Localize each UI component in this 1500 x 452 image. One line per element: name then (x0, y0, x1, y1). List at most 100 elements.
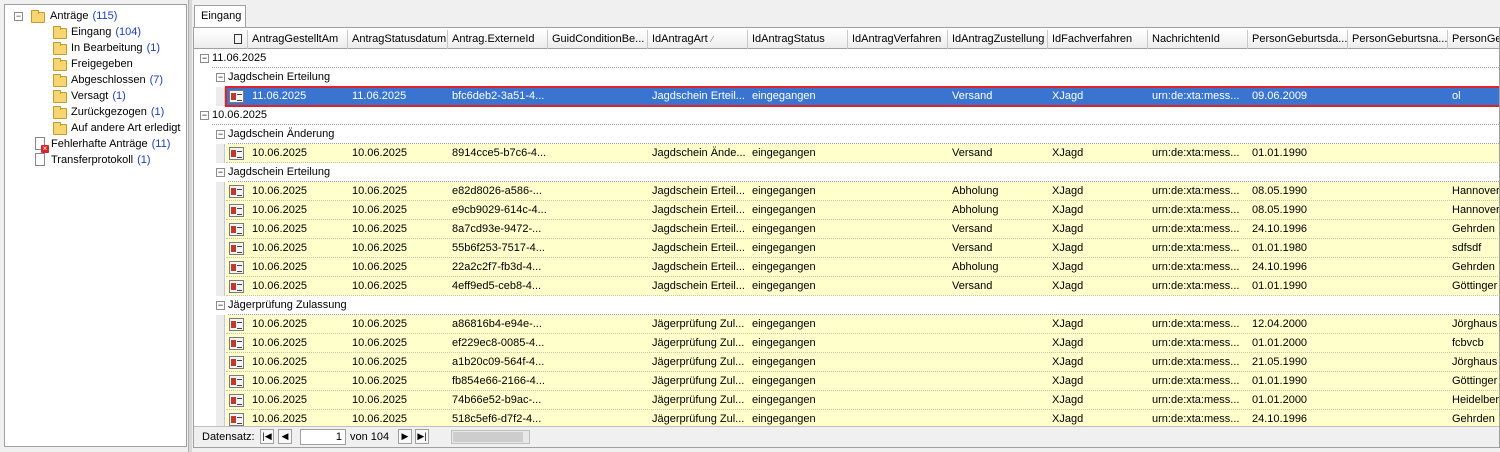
table-row-selected[interactable]: 11.06.2025 11.06.2025 bfc6deb2-3a51-4... Ja… (225, 86, 1499, 107)
table-row[interactable]: 10.06.2025 10.06.2025 fb854e66-2166-4... Jä… (226, 372, 1499, 391)
table-cell: XJagd (1052, 185, 1084, 197)
column-header[interactable]: IdAntragZustellung (948, 30, 1048, 49)
column-header[interactable]: PersonGeburtsna... (1348, 30, 1448, 49)
table-cell: 01.01.2000 (1252, 394, 1308, 406)
row-selector[interactable] (216, 87, 225, 106)
group-row-type[interactable]: − Jagdschein Änderung (194, 125, 1499, 144)
group-row-type[interactable]: − Jagdschein Erteilung (194, 163, 1499, 182)
row-selector[interactable] (216, 220, 225, 239)
row-selector[interactable] (216, 391, 225, 410)
table-row[interactable]: 10.06.2025 10.06.2025 55b6f253-7517-4... Ja… (226, 239, 1499, 258)
table-row[interactable]: 10.06.2025 10.06.2025 4eff9ed5-ceb8-4... Ja… (226, 277, 1499, 296)
sort-ascending-icon: ∕ (711, 34, 714, 44)
table-cell (948, 391, 1048, 410)
table-cell: 10.06.2025 (352, 337, 408, 349)
table-cell (1348, 353, 1448, 372)
previous-record-button[interactable]: ◀ (278, 429, 292, 444)
document-icon (35, 153, 45, 166)
column-header[interactable]: PersonGe (1448, 30, 1499, 49)
table-cell: Gehrden (1452, 261, 1495, 273)
application-record-icon (229, 394, 244, 407)
table-cell: 01.01.1980 (1252, 242, 1308, 254)
last-record-button[interactable]: ▶| (415, 429, 429, 444)
row-selector[interactable] (216, 182, 225, 201)
tree-item-in-bearbeitung[interactable]: In Bearbeitung (1) (71, 40, 160, 56)
table-row[interactable]: 10.06.2025 10.06.2025 74b66e52-b9ac-... Jäg… (226, 391, 1499, 410)
table-cell: e82d8026-a586-... (452, 185, 542, 197)
tree-item-antraege[interactable]: Anträge (115) (50, 8, 117, 24)
row-selector[interactable] (216, 144, 225, 163)
tree-item-count: (115) (92, 10, 118, 22)
record-number-input[interactable]: 1 (300, 429, 346, 445)
table-cell: XJagd (1052, 318, 1084, 330)
scrollbar-thumb[interactable] (453, 432, 523, 442)
group-row-date[interactable]: −10.06.2025 (194, 106, 1499, 125)
next-record-button[interactable]: ▶ (398, 429, 412, 444)
table-cell (1348, 182, 1448, 201)
row-selector[interactable] (216, 239, 225, 258)
horizontal-scrollbar[interactable] (451, 430, 530, 444)
tree-item-eingang[interactable]: Eingang (104) (71, 24, 141, 40)
column-header[interactable]: NachrichtenId (1148, 30, 1248, 49)
table-cell: a1b20c09-564f-4... (452, 356, 545, 368)
table-cell: eingegangen (752, 223, 816, 235)
table-cell (848, 372, 948, 391)
table-cell: 10.06.2025 (252, 318, 308, 330)
group-label: Jägerprüfung Zulassung (228, 299, 347, 311)
tab-eingang[interactable]: Eingang (194, 5, 246, 29)
table-row[interactable]: 10.06.2025 10.06.2025 8914cce5-b7c6-4... Ja… (226, 144, 1499, 163)
row-selector[interactable] (216, 201, 225, 220)
table-cell: Jägerprüfung Zul... (652, 337, 745, 349)
row-selector[interactable] (216, 277, 225, 296)
row-selector[interactable] (216, 334, 225, 353)
group-row-type[interactable]: − Jägerprüfung Zulassung (194, 296, 1499, 315)
column-header[interactable]: AntragGestelltAm (248, 30, 348, 49)
row-selector[interactable] (216, 353, 225, 372)
table-row[interactable]: 10.06.2025 10.06.2025 e9cb9029-614c-4... Ja… (226, 201, 1499, 220)
column-header[interactable]: IdAntragVerfahren (848, 30, 948, 49)
tree-item-zurueckgezogen[interactable]: Zurückgezogen (1) (71, 104, 164, 120)
tree-item-abgeschlossen[interactable]: Abgeschlossen (7) (71, 72, 163, 88)
table-cell: urn:de:xta:mess... (1152, 223, 1240, 235)
table-cell (948, 372, 1048, 391)
table-cell: Jagdschein Erteil... (652, 185, 745, 197)
column-header[interactable]: PersonGeburtsda... (1248, 30, 1348, 49)
column-header[interactable]: AntragStatusdatum (348, 30, 448, 49)
group-row-date[interactable]: −11.06.2025 (194, 49, 1499, 68)
column-header[interactable]: IdFachverfahren (1048, 30, 1148, 49)
panel-splitter[interactable] (188, 0, 192, 452)
table-row[interactable]: 10.06.2025 10.06.2025 a1b20c09-564f-4... Jä… (226, 353, 1499, 372)
collapse-toggle[interactable]: − (200, 111, 209, 120)
tree-item-auf-andere-art-erledigt[interactable]: Auf andere Art erledigt (71, 120, 184, 136)
header-icon-column[interactable] (226, 30, 248, 49)
group-row-type[interactable]: − Jagdschein Erteilung (194, 68, 1499, 87)
table-row[interactable]: 10.06.2025 10.06.2025 8a7cd93e-9472-... Jag… (226, 220, 1499, 239)
table-row[interactable]: 10.06.2025 10.06.2025 ef229ec8-0085-4... Jä… (226, 334, 1499, 353)
collapse-toggle[interactable]: − (216, 168, 225, 177)
column-header[interactable]: Antrag.ExterneId (448, 30, 548, 49)
column-header[interactable]: IdAntragArt ∕ (648, 30, 748, 49)
table-row[interactable]: 10.06.2025 10.06.2025 22a2c2f7-fb3d-4... Ja… (226, 258, 1499, 277)
table-cell: Jagdschein Erteil... (652, 242, 745, 254)
collapse-toggle[interactable]: − (200, 54, 209, 63)
column-header[interactable]: GuidConditionBe... (548, 30, 648, 49)
row-selector[interactable] (216, 372, 225, 391)
table-row[interactable]: 10.06.2025 10.06.2025 a86816b4-e94e-... Jäg… (226, 315, 1499, 334)
tree-item-freigegeben[interactable]: Freigegeben (71, 56, 137, 72)
collapse-toggle[interactable]: − (216, 73, 225, 82)
row-selector[interactable] (216, 315, 225, 334)
collapse-toggle[interactable]: − (216, 301, 225, 310)
table-row[interactable]: 10.06.2025 10.06.2025 e82d8026-a586-... Jag… (226, 182, 1499, 201)
folder-icon (53, 106, 67, 119)
tree-item-versagt[interactable]: Versagt (1) (71, 88, 126, 104)
tree-item-transferprotokoll[interactable]: Transferprotokoll (1) (51, 152, 151, 168)
table-cell: eingegangen (752, 90, 816, 102)
expand-toggle-antraege[interactable]: − (14, 12, 23, 21)
first-record-button[interactable]: |◀ (260, 429, 274, 444)
row-selector[interactable] (216, 258, 225, 277)
collapse-toggle[interactable]: − (216, 130, 225, 139)
table-cell (1348, 391, 1448, 410)
column-header[interactable]: IdAntragStatus (748, 30, 848, 49)
application-record-icon (229, 280, 244, 293)
tree-item-fehlerhafte-antraege[interactable]: Fehlerhafte Anträge (11) (51, 136, 170, 152)
